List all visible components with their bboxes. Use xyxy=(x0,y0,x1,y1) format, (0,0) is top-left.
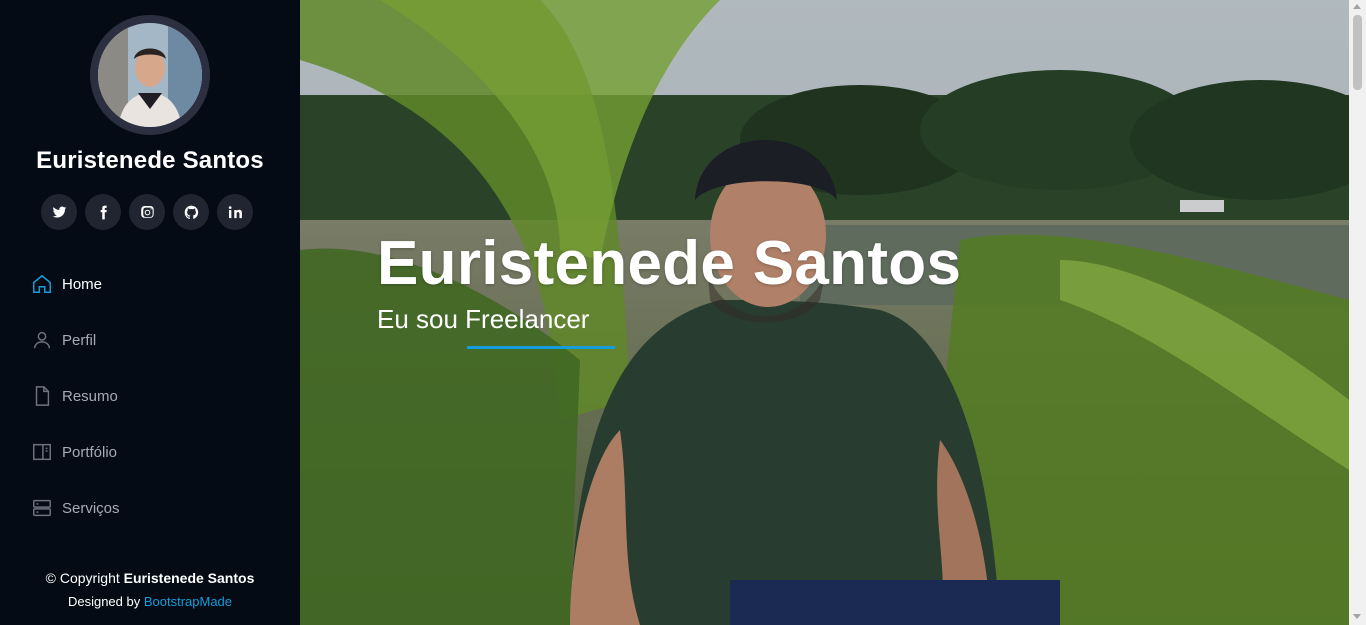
hero-title: Euristenede Santos xyxy=(377,229,962,298)
hero-subtitle: Eu sou Freelancer xyxy=(377,304,615,349)
nav-item-resumo[interactable]: Resumo xyxy=(30,383,250,409)
nav-item-portfolio[interactable]: Portfólio xyxy=(30,439,250,465)
sidebar: Euristenede Santos Home Perfil Resumo Po… xyxy=(0,0,300,625)
layout-icon xyxy=(30,440,54,464)
instagram-icon[interactable] xyxy=(129,194,165,230)
scroll-down-icon[interactable] xyxy=(1353,614,1361,619)
nav-item-label: Portfólio xyxy=(62,443,118,461)
nav-item-perfil[interactable]: Perfil xyxy=(30,327,250,353)
facebook-icon[interactable] xyxy=(85,194,121,230)
nav-item-label: Resumo xyxy=(62,387,118,405)
nav-item-label: Home xyxy=(62,275,103,293)
vertical-scrollbar[interactable] xyxy=(1349,0,1366,625)
nav-item-label: Serviços xyxy=(62,499,120,517)
home-icon xyxy=(30,272,54,296)
avatar xyxy=(90,15,210,135)
server-icon xyxy=(30,496,54,520)
hero-section: Euristenede Santos Eu sou Freelancer xyxy=(300,0,1349,625)
copyright-prefix: © Copyright xyxy=(45,570,120,586)
linkedin-icon[interactable] xyxy=(217,194,253,230)
person-icon xyxy=(30,328,54,352)
credits-line: Designed by BootstrapMade xyxy=(0,590,300,614)
social-links xyxy=(41,194,253,230)
file-icon xyxy=(30,384,54,408)
scroll-up-icon[interactable] xyxy=(1353,4,1361,9)
designed-by-label: Designed by xyxy=(67,594,141,609)
bootstrapmade-link[interactable]: BootstrapMade xyxy=(144,594,232,609)
copyright-line: © Copyright Euristenede Santos xyxy=(0,566,300,590)
github-icon[interactable] xyxy=(173,194,209,230)
scroll-thumb[interactable] xyxy=(1353,15,1362,90)
profile-name: Euristenede Santos xyxy=(36,147,264,174)
sidebar-footer: © Copyright Euristenede Santos Designed … xyxy=(0,566,300,614)
twitter-icon[interactable] xyxy=(41,194,77,230)
hero-subtitle-text: Eu sou Freelancer xyxy=(377,304,590,334)
typed-cursor-underline xyxy=(467,346,615,349)
hero-text: Euristenede Santos Eu sou Freelancer xyxy=(377,226,962,349)
copyright-name: Euristenede Santos xyxy=(123,570,255,586)
nav-item-home[interactable]: Home xyxy=(30,271,250,297)
nav-item-servicos[interactable]: Serviços xyxy=(30,495,250,521)
nav-item-label: Perfil xyxy=(62,331,97,349)
